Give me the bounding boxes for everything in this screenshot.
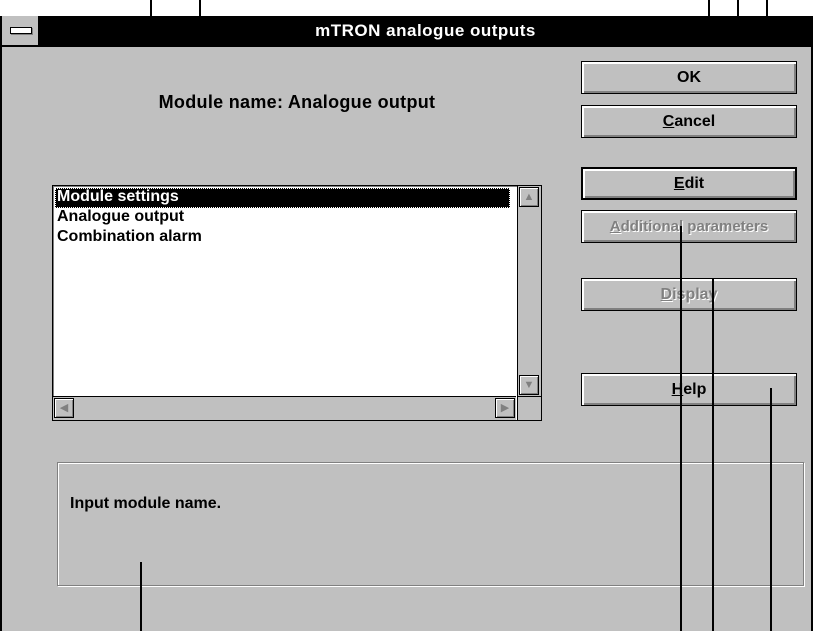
scroll-up-icon[interactable]: ▲ — [519, 187, 539, 207]
scrollbar-corner — [517, 396, 541, 420]
description-panel: Input module name. — [57, 462, 804, 586]
horizontal-scrollbar[interactable]: ◀ ▶ — [53, 396, 516, 420]
display-button-label: isplay — [672, 286, 718, 303]
system-menu-icon — [10, 27, 32, 34]
additional-mnemonic: A — [609, 218, 621, 235]
callout-line — [140, 562, 142, 631]
edit-button-label: dit — [684, 175, 705, 192]
title-bar: mTRON analogue outputs — [2, 16, 811, 47]
ok-button-label: OK — [677, 69, 701, 86]
window-title: mTRON analogue outputs — [315, 21, 536, 40]
help-button[interactable]: Help — [581, 373, 797, 406]
scroll-down-icon[interactable]: ▼ — [519, 375, 539, 395]
display-button[interactable]: Display — [581, 278, 797, 311]
module-name-label: Module name: Analogue output — [158, 92, 436, 112]
settings-list[interactable]: Module settings Analogue output Combinat… — [52, 185, 542, 421]
callout-line — [712, 278, 714, 631]
additional-parameters-label: dditional parameters — [620, 218, 769, 235]
cancel-button-label: ancel — [674, 113, 716, 130]
ok-button[interactable]: OK — [581, 61, 797, 94]
vertical-scrollbar[interactable]: ▲ ▼ — [517, 186, 541, 396]
help-button-label: elp — [683, 381, 707, 398]
list-item-module-settings[interactable]: Module settings — [55, 188, 510, 208]
scroll-left-icon[interactable]: ◀ — [54, 398, 74, 418]
list-item-analogue-output[interactable]: Analogue output — [55, 208, 510, 228]
list-item-combination-alarm[interactable]: Combination alarm — [55, 228, 510, 248]
system-menu-button[interactable] — [2, 16, 40, 45]
list-items: Module settings Analogue output Combinat… — [55, 188, 510, 248]
display-mnemonic: D — [660, 286, 673, 303]
callout-line — [680, 226, 682, 631]
edit-button[interactable]: Edit — [581, 167, 797, 200]
additional-parameters-button[interactable]: Additional parameters — [581, 210, 797, 243]
scroll-right-icon[interactable]: ▶ — [495, 398, 515, 418]
cancel-button[interactable]: Cancel — [581, 105, 797, 138]
cancel-mnemonic: C — [662, 113, 675, 130]
description-text: Input module name. — [70, 495, 222, 512]
edit-mnemonic: E — [673, 175, 685, 192]
callout-line — [770, 388, 772, 631]
dialog-window: mTRON analogue outputs Module name: Anal… — [0, 16, 813, 631]
